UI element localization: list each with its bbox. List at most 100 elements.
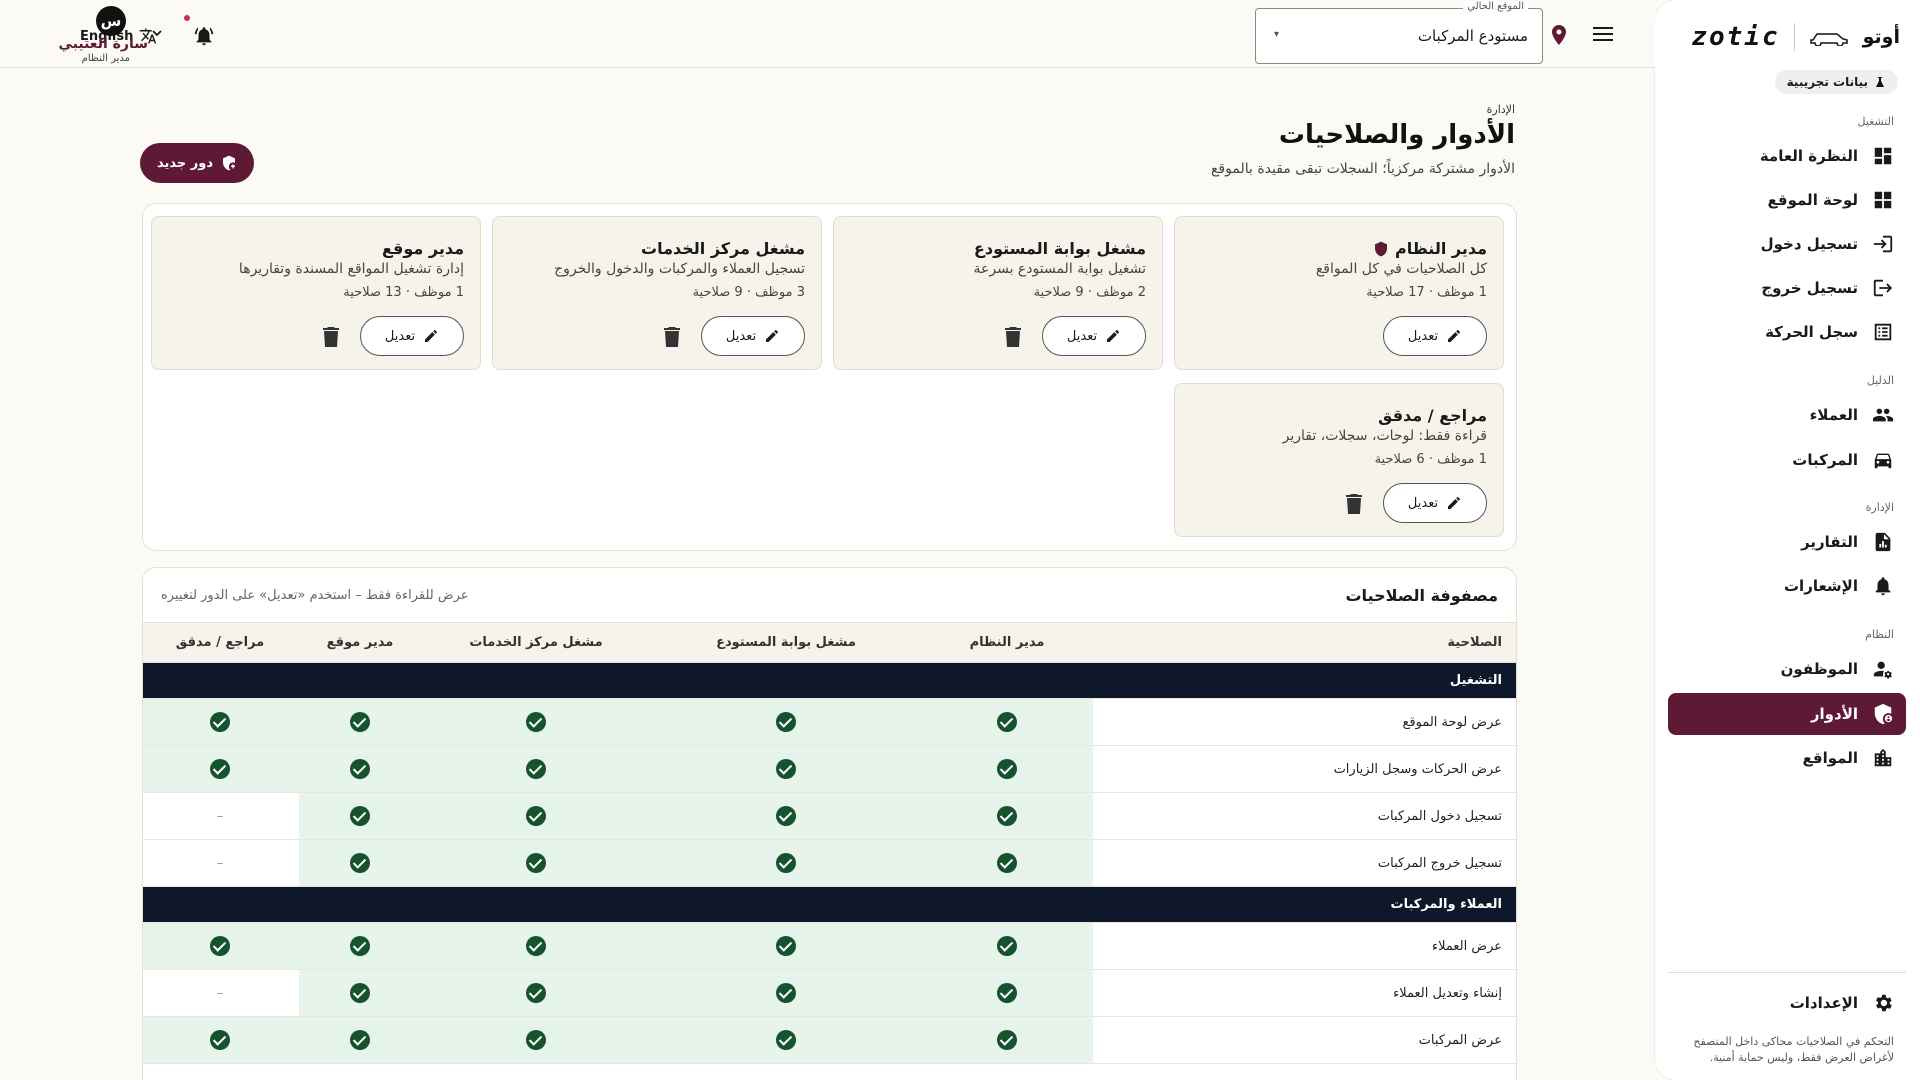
edit-role-button[interactable]: تعديل: [360, 316, 464, 356]
permission-granted-cell: [921, 698, 1093, 746]
column-header-role: مشغل مركز الخدمات: [421, 622, 651, 663]
permission-granted-cell: [143, 698, 299, 746]
check-circle-icon: [776, 983, 796, 1003]
sidebar-item-site-dashboard[interactable]: لوحة الموقع: [1668, 179, 1906, 221]
user-menu-chevron-icon[interactable]: [150, 26, 164, 40]
brand-arabic-name: أوتو: [1862, 26, 1900, 48]
new-role-button[interactable]: دور جديد: [140, 143, 254, 183]
sidebar-item-employees[interactable]: الموظفون: [1668, 648, 1906, 690]
table-row: إنشاء وتعديل العملاء –: [143, 969, 1516, 1017]
check-circle-icon: [526, 712, 546, 732]
table-row: تسجيل دخول المركبات –: [143, 792, 1516, 840]
notifications-bell-icon[interactable]: [193, 24, 215, 48]
sidebar-item-label: تسجيل دخول: [1760, 235, 1858, 253]
role-name: مراجع / مدقق: [1378, 406, 1487, 425]
role-name: مشغل مركز الخدمات: [641, 239, 805, 258]
sidebar-item-label: الموظفون: [1780, 660, 1858, 678]
check-circle-icon: [776, 1030, 796, 1050]
trash-icon: [1005, 327, 1021, 347]
sidebar-divider: [1668, 972, 1906, 973]
permission-granted-cell: [421, 792, 651, 840]
car-logo-icon: [1809, 33, 1848, 46]
sidebar-item-overview[interactable]: النظرة العامة: [1668, 135, 1906, 177]
role-card: مدير موقع إدارة تشغيل المواقع المسندة وت…: [151, 216, 481, 370]
trash-icon: [664, 327, 680, 347]
check-circle-icon: [997, 983, 1017, 1003]
sidebar-item-label: تسجيل خروج: [1761, 279, 1858, 297]
sidebar-item-checkout[interactable]: تسجيل خروج: [1668, 267, 1906, 309]
sidebar-item-notifications[interactable]: الإشعارات: [1668, 565, 1906, 607]
edit-role-button[interactable]: تعديل: [1042, 316, 1146, 356]
role-card: مدير النظام كل الصلاحيات في كل المواقع 1…: [1174, 216, 1504, 370]
matrix-hint: عرض للقراءة فقط – استخدم «تعديل» على الد…: [161, 588, 469, 603]
permissions-disclaimer: التحكم في الصلاحيات محاكى داخل المتصفح ل…: [1693, 1035, 1894, 1064]
table-row: عرض المركبات: [143, 1016, 1516, 1064]
location-select[interactable]: الموقع الحالي مستودع المركبات ▾: [1255, 1, 1543, 64]
permission-denied-cell: –: [143, 969, 299, 1017]
role-meta: 1 موظف · 13 صلاحية: [343, 285, 464, 300]
sidebar-item-label: الإشعارات: [1783, 577, 1858, 595]
permission-name: تسجيل دخول المركبات: [1093, 792, 1516, 840]
role-description: تشغيل بوابة المستودع بسرعة: [973, 261, 1147, 277]
edit-label: تعديل: [1407, 495, 1439, 511]
role-card: مشغل مركز الخدمات تسجيل العملاء والمركبا…: [492, 216, 822, 370]
role-description: تسجيل العملاء والمركبات والدخول والخروج: [554, 261, 805, 277]
sidebar-item-sites[interactable]: المواقع: [1668, 737, 1906, 779]
delete-role-button[interactable]: [663, 327, 681, 347]
user-settings-icon: [1873, 661, 1892, 679]
permission-granted-cell: [651, 969, 921, 1017]
permission-granted-cell: [421, 745, 651, 793]
permissions-matrix-panel: مصفوفة الصلاحيات عرض للقراءة فقط – استخد…: [142, 567, 1517, 1080]
permissions-table-body: التشغيل عرض لوحة الموقع عرض الحركات وسجل ا…: [143, 662, 1516, 1064]
role-name-text: مشغل بوابة المستودع: [973, 239, 1146, 258]
pencil-icon: [1107, 330, 1120, 342]
permission-granted-cell: [299, 1016, 421, 1064]
delete-role-button[interactable]: [1345, 494, 1363, 514]
sidebar-item-label: المركبات: [1792, 451, 1858, 469]
dashboard-icon: [1874, 147, 1892, 165]
table-section-row: العملاء والمركبات: [143, 886, 1516, 923]
check-circle-icon: [350, 983, 370, 1003]
check-circle-icon: [776, 936, 796, 956]
permission-granted-cell: [299, 698, 421, 746]
hamburger-menu-icon[interactable]: [1590, 22, 1616, 46]
edit-role-button[interactable]: تعديل: [1383, 316, 1487, 356]
shield-plus-icon: [223, 155, 236, 171]
sidebar-item-movement-log[interactable]: سجل الحركة: [1668, 311, 1906, 353]
sidebar-item-customers[interactable]: العملاء: [1668, 394, 1906, 436]
sidebar-item-vehicles[interactable]: المركبات: [1668, 439, 1906, 481]
delete-role-button[interactable]: [1004, 327, 1022, 347]
role-name-text: مراجع / مدقق: [1378, 406, 1487, 425]
check-circle-icon: [997, 936, 1017, 956]
shield-user-icon: [1874, 703, 1893, 725]
sidebar-item-label: التقارير: [1801, 533, 1858, 551]
permission-granted-cell: [143, 745, 299, 793]
table-row: عرض لوحة الموقع: [143, 698, 1516, 746]
brand[interactable]: أوتو zotic: [1675, 22, 1900, 52]
role-description: كل الصلاحيات في كل المواقع: [1315, 261, 1487, 277]
sidebar-item-roles[interactable]: الأدوار: [1668, 693, 1906, 735]
sidebar-item-settings[interactable]: الإعدادات: [1668, 985, 1906, 1021]
check-circle-icon: [350, 712, 370, 732]
check-circle-icon: [350, 936, 370, 956]
role-meta: 1 موظف · 17 صلاحية: [1366, 285, 1487, 300]
breadcrumb[interactable]: الإدارة: [1487, 103, 1515, 116]
delete-role-button[interactable]: [322, 327, 340, 347]
role-card: مراجع / مدقق قراءة فقط: لوحات، سجلات، تق…: [1174, 383, 1504, 537]
role-name-text: مدير موقع: [381, 239, 464, 258]
edit-role-button[interactable]: تعديل: [701, 316, 805, 356]
section-label: العملاء والمركبات: [143, 886, 1516, 923]
dash-mark: –: [216, 855, 224, 871]
role-meta: 2 موظف · 9 صلاحية: [1033, 285, 1146, 300]
edit-role-button[interactable]: تعديل: [1383, 483, 1487, 523]
check-circle-icon: [526, 806, 546, 826]
check-circle-icon: [210, 936, 230, 956]
avatar[interactable]: س: [96, 6, 126, 36]
sidebar-item-reports[interactable]: التقارير: [1668, 521, 1906, 563]
gear-icon: [1876, 994, 1892, 1012]
permission-granted-cell: [651, 698, 921, 746]
sidebar-item-label: المواقع: [1802, 749, 1858, 767]
sidebar-item-checkin[interactable]: تسجيل دخول: [1668, 223, 1906, 265]
check-circle-icon: [350, 759, 370, 779]
permission-granted-cell: [143, 922, 299, 970]
